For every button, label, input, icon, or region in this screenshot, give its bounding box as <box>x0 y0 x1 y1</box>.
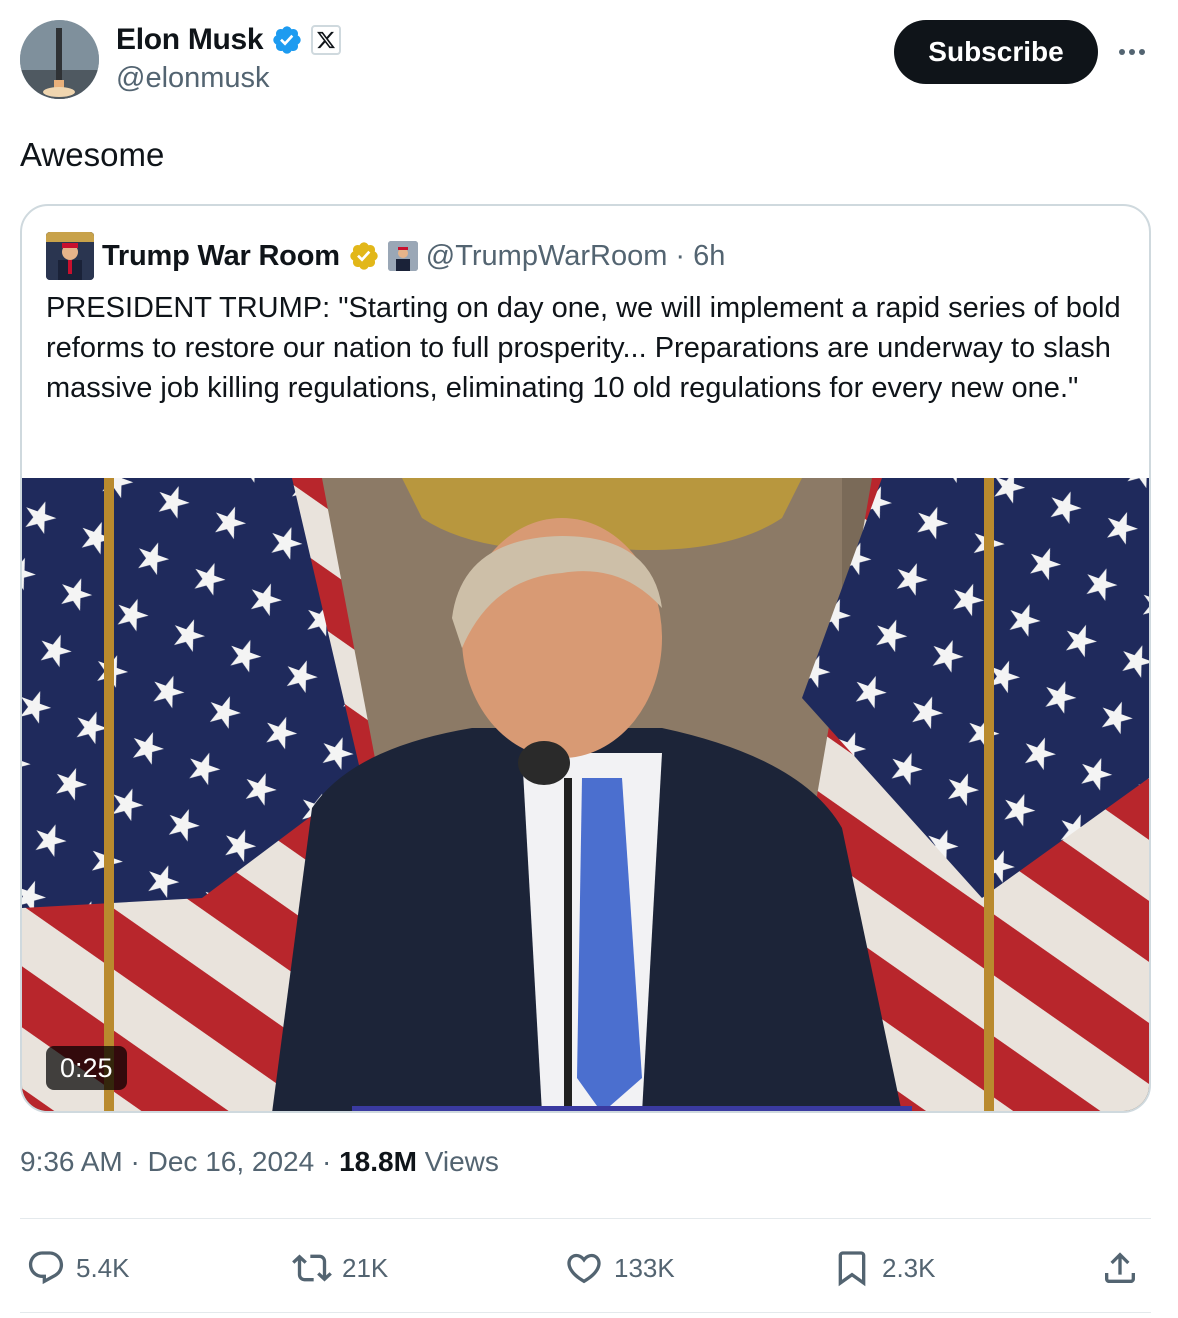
author-handle[interactable]: @elonmusk <box>116 62 270 95</box>
video-player[interactable]: 0:25 <box>22 478 1149 1111</box>
quoted-text: PRESIDENT TRUMP: "Starting on day one, w… <box>46 292 1121 404</box>
meta-separator: · <box>321 1146 332 1177</box>
verified-badge-icon <box>273 26 301 54</box>
views-label: Views <box>424 1146 499 1177</box>
quoted-name[interactable]: Trump War Room <box>102 240 340 273</box>
divider <box>20 1218 1151 1219</box>
repost-button[interactable]: 21K <box>292 1240 388 1296</box>
like-count: 133K <box>614 1252 675 1283</box>
video-duration: 0:25 <box>46 1046 127 1090</box>
reply-count: 5.4K <box>76 1252 130 1283</box>
repost-count: 21K <box>342 1252 389 1283</box>
tweet-meta: 9:36 AM · Dec 16, 2024 · 18.8M Views <box>20 1146 499 1178</box>
quoted-avatar[interactable] <box>46 232 94 280</box>
author-name[interactable]: Elon Musk <box>116 23 264 57</box>
quoted-handle[interactable]: @TrumpWarRoom <box>426 240 668 273</box>
gold-verified-icon <box>350 242 378 270</box>
reply-button[interactable]: 5.4K <box>26 1240 130 1296</box>
tweet-text: Awesome <box>20 136 165 173</box>
like-button[interactable]: 133K <box>564 1240 675 1296</box>
tweet-date[interactable]: Dec 16, 2024 <box>148 1146 315 1177</box>
subscribe-button[interactable]: Subscribe <box>894 20 1098 84</box>
quoted-separator: · <box>675 239 686 272</box>
action-bar: 5.4K 21K 133K 2.3K <box>20 1240 1151 1296</box>
bookmark-count: 2.3K <box>882 1252 936 1283</box>
reply-icon <box>28 1251 64 1285</box>
quoted-tweet[interactable]: Trump War Room @TrumpWarRoom · 6h PRESID… <box>20 204 1151 1113</box>
video-thumbnail <box>22 478 1149 1111</box>
bookmark-button[interactable]: 2.3K <box>832 1240 936 1296</box>
views-count: 18.8M <box>339 1146 417 1177</box>
share-icon <box>1105 1252 1135 1283</box>
divider <box>20 1312 1151 1313</box>
repost-icon <box>292 1254 332 1282</box>
affiliate-avatar-icon[interactable] <box>387 241 418 271</box>
quoted-time[interactable]: 6h <box>693 240 725 273</box>
x-affiliate-icon[interactable] <box>311 25 342 55</box>
like-icon <box>567 1253 601 1284</box>
more-icon[interactable] <box>1112 36 1152 68</box>
author-avatar[interactable] <box>20 20 99 99</box>
tweet-header: Elon Musk @elonmusk Subscribe <box>0 0 1178 110</box>
share-button[interactable] <box>1100 1240 1140 1296</box>
tweet-time[interactable]: 9:36 AM <box>20 1146 123 1177</box>
bookmark-icon <box>838 1251 866 1287</box>
meta-separator: · <box>130 1146 140 1177</box>
